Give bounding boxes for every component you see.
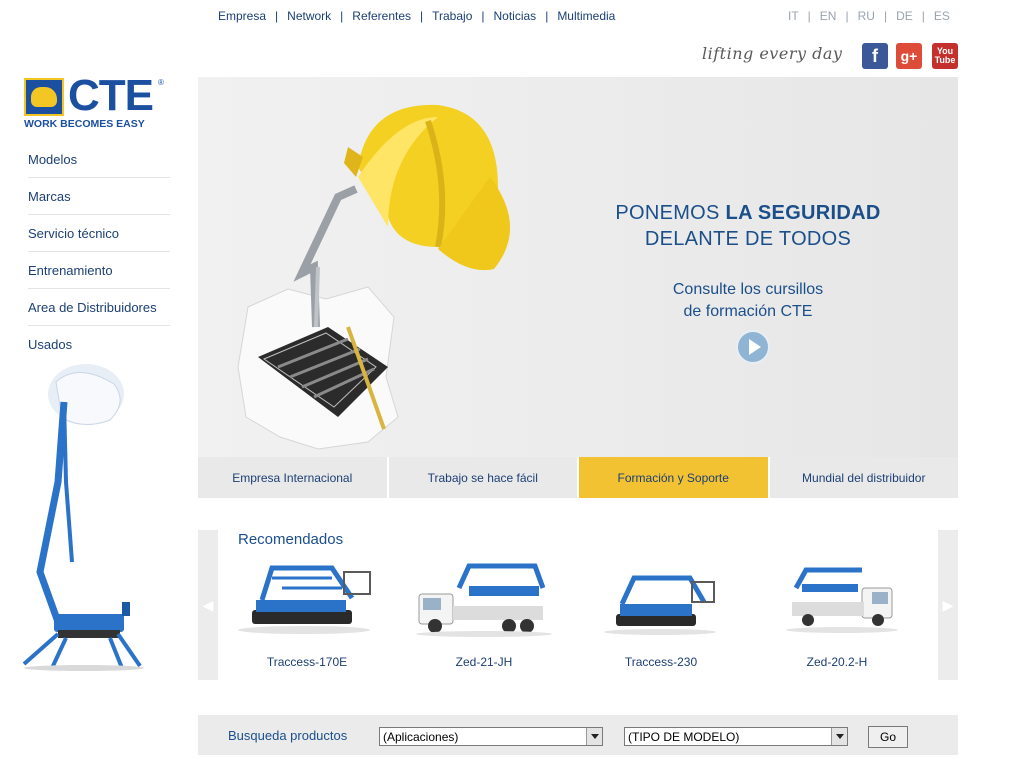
tab-empresa-internacional[interactable]: Empresa Internacional [198,457,389,498]
facebook-icon[interactable]: f [862,43,888,69]
nav-separator: | [420,9,424,23]
lang-it[interactable]: IT [788,9,799,23]
nav-separator: | [275,9,279,23]
top-navigation: Empresa | Network | Referentes | Trabajo | Notic… [218,9,615,23]
logo-claim: WORK BECOMES EASY [24,118,145,130]
lang-en[interactable]: EN [820,9,837,23]
lang-separator: | [845,9,849,23]
carousel-prev-arrow-icon[interactable]: ◀ [198,530,218,680]
chevron-down-icon[interactable] [586,728,602,745]
product-image [416,563,552,637]
googleplus-icon[interactable]: g+ [896,43,922,69]
nav-noticias[interactable]: Noticias [494,9,537,23]
tab-formacion-soporte[interactable]: Formación y Soporte [579,457,770,498]
model-type-select[interactable]: (TIPO DE MODELO) [624,727,848,746]
cte-logo[interactable]: CTE ® WORK BECOMES EASY [24,74,164,130]
product-image [604,575,716,635]
product-name[interactable]: Zed-20.2-H [762,655,912,669]
nav-referentes[interactable]: Referentes [352,9,411,23]
hero-headline-a: PONEMOS [615,202,726,224]
product-name[interactable]: Traccess-170E [232,655,382,669]
nav-separator: | [545,9,549,23]
product-name[interactable]: Traccess-230 [586,655,736,669]
hero-subheadline: Consulte los cursillos de formación CTE [548,279,948,323]
hero-headline-b: LA SEGURIDAD [725,202,881,224]
lang-es[interactable]: ES [934,9,950,23]
play-button-icon[interactable] [736,330,770,364]
nav-separator: | [340,9,344,23]
product-card[interactable]: Zed-21-JH [409,558,559,669]
sidemenu-item-distribuidores[interactable]: Area de Distribuidores [28,289,170,326]
language-switcher: IT | EN | RU | DE | ES [788,9,950,23]
product-name[interactable]: Zed-21-JH [409,655,559,669]
nav-empresa[interactable]: Empresa [218,9,266,23]
nav-network[interactable]: Network [287,9,331,23]
side-menu: Modelos Marcas Servicio técnico Entrenam… [28,141,170,362]
applications-select[interactable]: (Aplicaciones) [379,727,603,746]
tagline: lifting every day [702,44,843,63]
spider-lift-image [22,364,144,671]
tab-trabajo-facil[interactable]: Trabajo se hace fácil [388,457,579,498]
tab-mundial-distribuidor[interactable]: Mundial del distribuidor [769,457,958,498]
product-image [786,567,898,633]
hero-headline: PONEMOS LA SEGURIDAD DELANTE DE TODOS [528,200,958,252]
logo-wordmark: CTE [68,71,154,120]
hero-banner[interactable]: PONEMOS LA SEGURIDAD DELANTE DE TODOS Co… [198,77,958,457]
youtube-icon-text: Tube [934,55,956,65]
nav-trabajo[interactable]: Trabajo [432,9,472,23]
go-button[interactable]: Go [868,726,908,748]
nav-separator: | [481,9,485,23]
hero-headline-c: DELANTE DE TODOS [644,228,852,250]
product-card[interactable]: Traccess-230 [586,558,736,669]
sidemenu-item-modelos[interactable]: Modelos [28,141,170,178]
lang-de[interactable]: DE [896,9,913,23]
hero-illustration [237,104,511,450]
lang-separator: | [807,9,811,23]
product-image [238,565,371,634]
product-search-bar: Busqueda productos (Aplicaciones) (TIPO … [198,715,958,755]
lang-separator: | [883,9,888,23]
lang-separator: | [921,9,925,23]
sidemenu-item-marcas[interactable]: Marcas [28,178,170,215]
hero-sub-b: de formación CTE [683,303,813,320]
product-card[interactable]: Traccess-170E [232,558,382,669]
sidemenu-item-entrenamiento[interactable]: Entrenamiento [28,252,170,289]
chevron-down-icon[interactable] [831,728,847,745]
logo-registered: ® [158,78,164,87]
sidemenu-item-usados[interactable]: Usados [28,326,170,362]
model-type-select-value: (TIPO DE MODELO) [628,730,740,744]
hero-tabs: Empresa Internacional Trabajo se hace fá… [198,457,958,498]
sidemenu-item-servicio[interactable]: Servicio técnico [28,215,170,252]
applications-select-value: (Aplicaciones) [383,730,459,744]
nav-multimedia[interactable]: Multimedia [557,9,615,23]
recommended-carousel: ◀ Recomendados Traccess-170E Zed-21-JH T… [198,530,958,680]
carousel-next-arrow-icon[interactable]: ▶ [938,530,958,680]
product-search-label: Busqueda productos [228,728,348,743]
hero-sub-a: Consulte los cursillos [672,281,824,298]
youtube-icon[interactable]: You Tube [932,43,958,69]
elephant-icon [24,78,64,116]
lang-ru[interactable]: RU [858,9,875,23]
recommended-title: Recomendados [238,531,344,548]
product-card[interactable]: Zed-20.2-H [762,558,912,669]
